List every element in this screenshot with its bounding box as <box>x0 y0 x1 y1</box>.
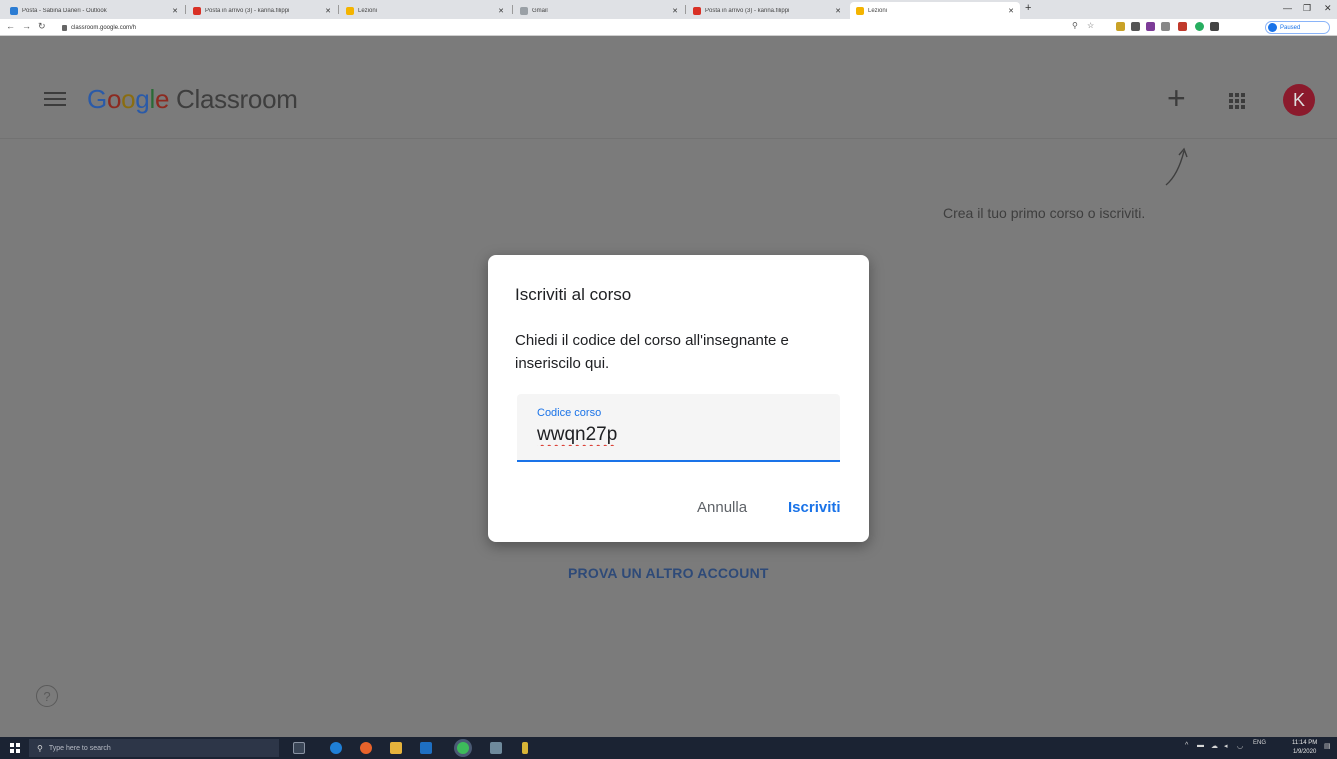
tab-title: Posta in arrivo (3) - karina.filippi <box>205 7 290 14</box>
browser-tab-lezioni[interactable]: Lezioni ✕ <box>340 2 510 19</box>
file-explorer-icon[interactable] <box>390 742 402 754</box>
tray-chevron-icon[interactable]: ^ <box>1185 742 1188 749</box>
close-tab-icon[interactable]: ✕ <box>835 7 841 15</box>
app-logo[interactable]: Google Classroom <box>87 84 298 115</box>
chrome-icon[interactable] <box>457 742 469 754</box>
try-another-account-link[interactable]: PROVA UN ALTRO ACCOUNT <box>568 565 769 581</box>
minimize-icon[interactable]: — <box>1283 3 1292 13</box>
classroom-icon <box>856 6 864 15</box>
clock-date: 1/9/2020 <box>1292 749 1317 755</box>
google-apps-icon[interactable] <box>1229 93 1245 109</box>
extension-icon[interactable] <box>1178 22 1187 31</box>
network-icon[interactable]: ▬ <box>1197 742 1204 749</box>
classroom-icon <box>346 6 354 15</box>
class-code-label: Codice corso <box>537 407 602 419</box>
join-class-dialog: Iscriviti al corso Chiedi il codice del … <box>488 255 869 542</box>
wifi-icon[interactable]: ◡ <box>1237 742 1243 750</box>
class-code-input[interactable] <box>535 422 825 448</box>
cancel-button[interactable]: Annulla <box>697 499 747 516</box>
task-view-icon[interactable] <box>293 742 305 754</box>
dialog-description: Chiedi il codice del corso all'insegnant… <box>515 332 789 372</box>
new-tab-icon[interactable]: + <box>1025 2 1031 14</box>
google-icon <box>520 6 528 15</box>
edge-icon[interactable] <box>330 742 342 754</box>
extension-icon[interactable] <box>1116 22 1125 31</box>
onedrive-icon[interactable]: ☁ <box>1211 742 1218 750</box>
clock[interactable]: 11:14 PM 1/9/2020 <box>1292 739 1317 757</box>
gmail-icon <box>193 6 201 15</box>
account-avatar[interactable]: K <box>1283 84 1315 116</box>
outlook-app-icon[interactable] <box>420 742 432 754</box>
maximize-icon[interactable]: ❐ <box>1303 3 1311 14</box>
dialog-title: Iscriviti al corso <box>515 285 632 304</box>
close-tab-icon[interactable]: ✕ <box>1008 7 1014 15</box>
browser-tab-lezioni-active[interactable]: Lezioni ✕ <box>850 2 1020 19</box>
start-icon[interactable] <box>10 743 20 753</box>
url-text: classroom.google.com/h <box>71 24 137 31</box>
profile-button[interactable]: Paused <box>1265 21 1330 34</box>
extension-icon[interactable] <box>1146 22 1155 31</box>
close-tab-icon[interactable]: ✕ <box>172 7 178 15</box>
back-icon[interactable]: ← <box>6 21 15 31</box>
tab-title: Gmail <box>532 7 548 14</box>
close-tab-icon[interactable]: ✕ <box>672 7 678 15</box>
url-field[interactable]: classroom.google.com/h <box>62 21 1062 34</box>
close-tab-icon[interactable]: ✕ <box>498 7 504 15</box>
close-tab-icon[interactable]: ✕ <box>325 7 331 15</box>
tab-title: Lezioni <box>868 7 888 14</box>
close-window-icon[interactable]: ✕ <box>1324 3 1332 14</box>
clock-time: 11:14 PM <box>1292 740 1318 746</box>
logo-classroom: Classroom <box>169 84 298 114</box>
create-join-class-icon[interactable]: + <box>1167 82 1186 114</box>
main-menu-icon[interactable] <box>44 92 66 106</box>
empty-state-hint: Crea il tuo primo corso o iscriviti. <box>943 205 1146 221</box>
lock-icon <box>62 24 67 31</box>
help-icon[interactable]: ? <box>36 685 58 707</box>
logo-google: Google <box>87 84 170 114</box>
outlook-icon <box>10 6 18 15</box>
bookmark-star-icon[interactable]: ☆ <box>1087 21 1094 30</box>
gmail-icon <box>693 6 701 15</box>
profile-status: Paused <box>1280 24 1301 31</box>
hint-arrow-icon <box>1165 147 1188 186</box>
notification-icon[interactable]: ▤ <box>1324 742 1331 750</box>
windows-taskbar: ⚲ Type here to search ^ ▬ ☁ ◂ ◡ ENG 11:1… <box>0 737 1337 759</box>
extension-icon[interactable] <box>1131 22 1140 31</box>
firefox-icon[interactable] <box>360 742 372 754</box>
extension-icon[interactable] <box>1195 22 1204 31</box>
taskbar-search[interactable]: ⚲ Type here to search <box>29 739 279 757</box>
browser-tab-gmail-inbox[interactable]: Posta in arrivo (3) - karina.filippi ✕ <box>187 2 337 19</box>
forward-icon[interactable]: → <box>22 21 31 31</box>
browser-tab-outlook[interactable]: Posta - Sabina Daneri - Outlook ✕ <box>4 2 184 19</box>
tab-title: Posta in arrivo (3) - karina.filippi <box>705 7 790 14</box>
profile-avatar-icon <box>1268 23 1277 32</box>
class-code-field[interactable]: Codice corso <box>517 394 840 462</box>
search-placeholder: Type here to search <box>48 744 111 752</box>
tab-title: Lezioni <box>358 7 378 14</box>
volume-icon[interactable]: ◂ <box>1224 742 1228 750</box>
tab-title: Posta - Sabina Daneri - Outlook <box>22 7 107 14</box>
address-bar: ← → ↻ classroom.google.com/h ⚲ ☆ Paused <box>0 19 1337 36</box>
extension-icon[interactable] <box>1210 22 1219 31</box>
reload-icon[interactable]: ↻ <box>38 21 46 32</box>
app-icon[interactable] <box>522 742 528 754</box>
app-icon[interactable] <box>490 742 502 754</box>
browser-tab-gmail[interactable]: Gmail ✕ <box>514 2 684 19</box>
zoom-icon[interactable]: ⚲ <box>1072 21 1078 30</box>
avatar-initial: K <box>1292 89 1305 110</box>
join-button[interactable]: Iscriviti <box>788 499 841 516</box>
language-indicator[interactable]: ENG <box>1253 740 1266 747</box>
browser-tab-strip: Posta - Sabina Daneri - Outlook ✕ Posta … <box>0 0 1337 19</box>
extension-icon[interactable] <box>1161 22 1170 31</box>
browser-tab-gmail-inbox-2[interactable]: Posta in arrivo (3) - karina.filippi ✕ <box>687 2 847 19</box>
search-icon: ⚲ <box>37 743 43 753</box>
